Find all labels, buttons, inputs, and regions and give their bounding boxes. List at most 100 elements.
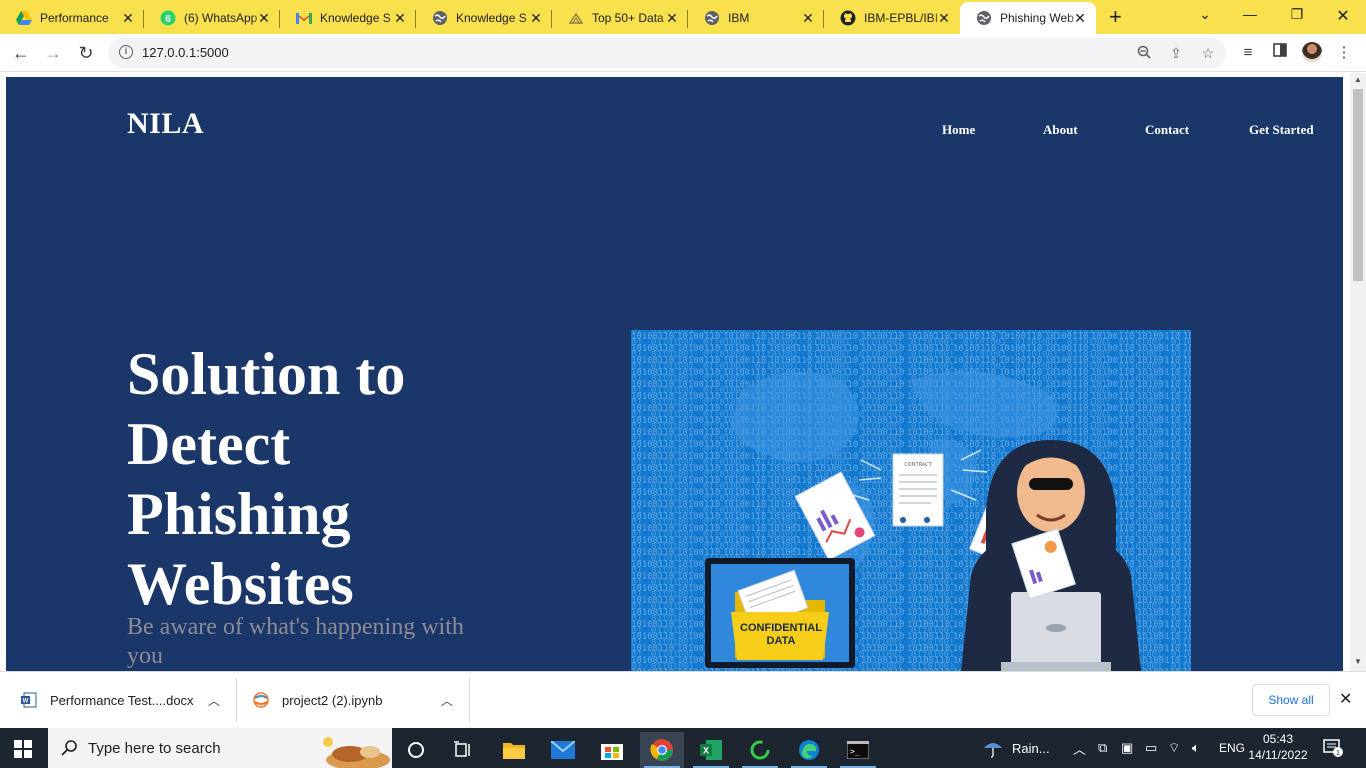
download-filename: project2 (2).ipynb [282, 692, 383, 708]
file-explorer-icon[interactable] [492, 732, 536, 768]
nav-get-started[interactable]: Get Started [1249, 122, 1314, 138]
close-tab-icon[interactable]: ✕ [936, 10, 952, 26]
clock-time: 05:43 [1262, 732, 1294, 746]
tab-github[interactable]: IBM-EPBL/IBI ✕ [824, 4, 960, 32]
tab-ibm[interactable]: IBM ✕ [688, 4, 824, 32]
task-view-icon[interactable] [441, 732, 485, 768]
new-tab-button[interactable]: + [1109, 6, 1122, 28]
svg-text:X: X [703, 746, 709, 756]
windows-taskbar: Type here to search X >_ Rain... ︿ ⧉ ▣ ▭… [0, 728, 1366, 768]
globe-icon [432, 10, 448, 26]
close-tab-icon[interactable]: ✕ [1072, 10, 1088, 26]
site-logo[interactable]: NILA [127, 107, 204, 141]
site-info-icon[interactable]: i [119, 45, 133, 59]
chevron-up-icon[interactable]: ︿ [208, 692, 220, 709]
download-divider [469, 678, 470, 722]
close-tab-icon[interactable]: ✕ [528, 10, 544, 26]
wifi-icon[interactable]: ⌔ [1168, 728, 1180, 768]
globe-icon [704, 10, 720, 26]
hero-title: Solution to Detect Phishing Websites [127, 341, 406, 617]
system-clock[interactable]: 05:43 14/11/2022 [1242, 731, 1314, 763]
meet-now-icon[interactable]: ▣ [1121, 728, 1133, 768]
show-all-downloads-button[interactable]: Show all [1252, 684, 1330, 716]
vpn-icon[interactable]: ⧉ [1098, 728, 1107, 768]
media-queue-icon[interactable]: ≡ [1238, 43, 1258, 63]
close-window-button[interactable]: ✕ [1333, 6, 1353, 26]
svg-text:CONFIDENTIAL: CONFIDENTIAL [740, 622, 822, 634]
close-shelf-icon[interactable]: ✕ [1339, 689, 1352, 709]
nav-contact[interactable]: Contact [1145, 122, 1189, 138]
tab-gmail[interactable]: Knowledge S ✕ [280, 4, 416, 32]
tab-whatsapp[interactable]: 6 (6) WhatsApp ✕ [144, 4, 280, 32]
phishing-site: NILA Home About Contact Get Started Solu… [6, 77, 1343, 671]
page-viewport: NILA Home About Contact Get Started Solu… [0, 73, 1366, 671]
taskbar-search-box[interactable]: Type here to search [48, 728, 392, 768]
contract-document: CONTRACT [892, 453, 944, 527]
svg-text:>_: >_ [850, 747, 860, 756]
minimize-button[interactable]: — [1240, 6, 1260, 22]
google-drive-icon [16, 10, 32, 26]
globe-icon [976, 10, 992, 26]
laptop-screen: CONFIDENTIAL DATA [705, 558, 855, 668]
share-icon[interactable]: ⇪ [1168, 45, 1184, 61]
cortana-icon[interactable] [394, 732, 438, 768]
scroll-down-arrow-icon[interactable]: ▼ [1350, 655, 1366, 669]
scroll-up-arrow-icon[interactable]: ▲ [1350, 73, 1366, 87]
refresh-app-icon[interactable] [738, 732, 782, 768]
close-tab-icon[interactable]: ✕ [256, 10, 272, 26]
svg-text:W: W [23, 699, 29, 705]
page-scrollbar[interactable]: ▲ ▼ [1350, 73, 1366, 671]
edge-icon[interactable] [787, 732, 831, 768]
download-item[interactable]: project2 (2).ipynb ︿ [236, 672, 469, 728]
whatsapp-icon: 6 [160, 10, 176, 26]
chevron-up-icon[interactable]: ︿ [441, 692, 453, 709]
reload-button[interactable]: ↻ [75, 42, 97, 64]
tab-knowledge-2[interactable]: Knowledge S ✕ [416, 4, 552, 32]
word-doc-icon: W [20, 691, 38, 709]
tray-overflow-icon[interactable]: ︿ [1073, 728, 1086, 768]
close-tab-icon[interactable]: ✕ [392, 10, 408, 26]
terminal-icon[interactable]: >_ [836, 732, 880, 768]
tab-top-50-data[interactable]: Top 50+ Data ✕ [552, 4, 688, 32]
chrome-taskbar-icon[interactable] [640, 732, 684, 768]
search-icon [61, 740, 77, 756]
hero-subtitle: Be aware of what's happening with you [127, 614, 464, 669]
tab-performance[interactable]: Performance ✕ [0, 4, 144, 32]
tab-search-chevron-icon[interactable]: ⌄ [1195, 6, 1215, 23]
close-tab-icon[interactable]: ✕ [664, 10, 680, 26]
forward-button[interactable]: → [42, 42, 64, 64]
address-bar[interactable]: i 127.0.0.1:5000 ⇪ ☆ [108, 38, 1226, 68]
tab-phishing-web[interactable]: Phishing Web ✕ [960, 2, 1096, 34]
bookmark-star-icon[interactable]: ☆ [1200, 45, 1216, 61]
battery-icon[interactable]: ▭ [1145, 728, 1157, 768]
weather-widget[interactable]: Rain... [982, 728, 1050, 768]
side-panel-icon[interactable] [1270, 43, 1290, 63]
svg-text:DATA: DATA [767, 635, 796, 647]
weather-text: Rain... [1012, 740, 1050, 756]
excel-icon[interactable]: X [689, 732, 733, 768]
notification-center-icon[interactable]: 1 [1322, 728, 1344, 768]
microsoft-store-icon[interactable] [590, 732, 634, 768]
restore-button[interactable]: ❐ [1287, 6, 1307, 23]
nav-home[interactable]: Home [942, 122, 975, 138]
download-shelf: W Performance Test....docx ︿ project2 (2… [0, 671, 1366, 728]
close-tab-icon[interactable]: ✕ [120, 10, 136, 26]
hacker-illustration: 10100110 01101001 [631, 330, 1191, 671]
svg-text:CONTRACT: CONTRACT [904, 462, 932, 468]
mail-icon[interactable] [541, 732, 585, 768]
windows-start-icon[interactable] [14, 740, 32, 758]
github-icon [840, 10, 856, 26]
svg-text:1: 1 [1336, 750, 1340, 757]
nav-about[interactable]: About [1043, 122, 1078, 138]
cloud-icon [568, 10, 584, 26]
browser-menu-icon[interactable]: ⋮ [1334, 43, 1354, 63]
volume-icon[interactable]: 🔈︎ [1192, 728, 1200, 768]
close-tab-icon[interactable]: ✕ [800, 10, 816, 26]
zoom-icon[interactable] [1136, 45, 1152, 61]
back-button[interactable]: ← [10, 42, 32, 64]
scrollbar-thumb[interactable] [1353, 89, 1363, 281]
tab-title: Performance [40, 11, 109, 25]
profile-avatar[interactable] [1302, 42, 1322, 62]
clock-date: 14/11/2022 [1248, 748, 1308, 762]
download-item[interactable]: W Performance Test....docx ︿ [0, 672, 236, 728]
